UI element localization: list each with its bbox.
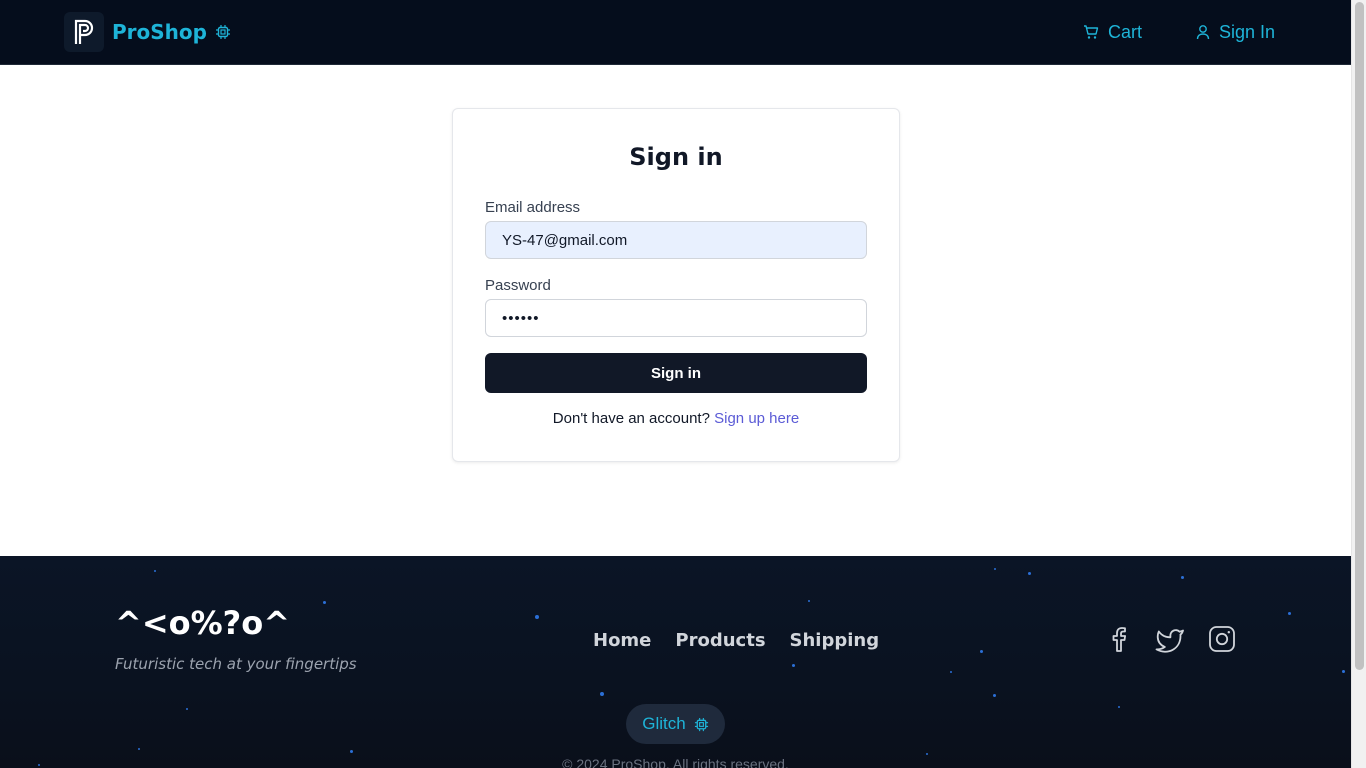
star-dot [792,664,795,667]
user-icon [1196,25,1210,40]
star-dot [1342,670,1345,673]
nav-cart-label: Cart [1108,21,1143,42]
star-dot [1028,572,1031,575]
copyright-text: © 2024 ProShop. All rights reserved. [562,756,789,768]
brand-logo-icon [64,12,104,52]
facebook-icon[interactable] [1104,624,1134,654]
glitch-button[interactable]: Glitch [626,704,725,744]
password-label: Password [485,277,551,294]
star-dot [350,750,353,753]
signin-card: Sign in Email address YS-47@gmail.com Pa… [452,108,900,462]
footer-nav-home[interactable]: Home [593,630,651,651]
page: ProShop Cart Sign In Sign in Email addre… [0,0,1351,768]
signin-title: Sign in [629,143,723,171]
footer-nav-products[interactable]: Products [675,630,765,651]
star-dot [600,692,604,696]
password-field[interactable]: •••••• [485,299,867,337]
footer-nav-shipping[interactable]: Shipping [790,630,880,651]
cart-icon [1084,25,1099,39]
star-dot [994,568,996,570]
footer-tagline: Futuristic tech at your fingertips [115,655,357,673]
star-dot [154,570,156,572]
nav-cart-link[interactable]: Cart [1083,20,1142,44]
signup-prompt: Don't have an account? Sign up here [453,410,899,427]
vertical-scrollbar[interactable] [1351,0,1366,768]
scrollbar-thumb[interactable] [1355,2,1364,670]
cpu-chip-icon [694,717,708,731]
star-dot [1288,612,1291,615]
star-dot [950,671,952,673]
email-label: Email address [485,199,581,216]
glitch-label: Glitch [642,714,686,733]
star-dot [1181,576,1184,579]
star-dot [993,694,996,697]
star-dot [808,600,810,602]
site-header: ProShop Cart Sign In [0,0,1351,65]
nav-signin-link[interactable]: Sign In [1196,20,1275,44]
star-dot [926,753,928,755]
star-dot [138,748,140,750]
site-footer: ^<o%?o^ Futuristic tech at your fingerti… [0,556,1351,768]
brand-name: ProShop [112,20,207,44]
email-field[interactable]: YS-47@gmail.com [485,221,867,259]
footer-logo: ^<o%?o^ [115,604,291,642]
star-dot [980,650,983,653]
twitter-icon[interactable] [1155,624,1185,654]
star-dot [186,708,188,710]
no-account-text: Don't have an account? [552,410,710,427]
star-dot [1118,706,1120,708]
brand[interactable]: ProShop [64,12,231,52]
cpu-chip-icon [215,24,231,40]
footer-nav: Home Products Shipping [593,630,879,651]
star-dot [535,615,539,619]
signin-button[interactable]: Sign in [485,353,867,393]
nav-signin-label: Sign In [1219,21,1276,42]
instagram-icon[interactable] [1207,624,1237,654]
signup-link[interactable]: Sign up here [714,410,799,427]
star-dot [323,601,326,604]
